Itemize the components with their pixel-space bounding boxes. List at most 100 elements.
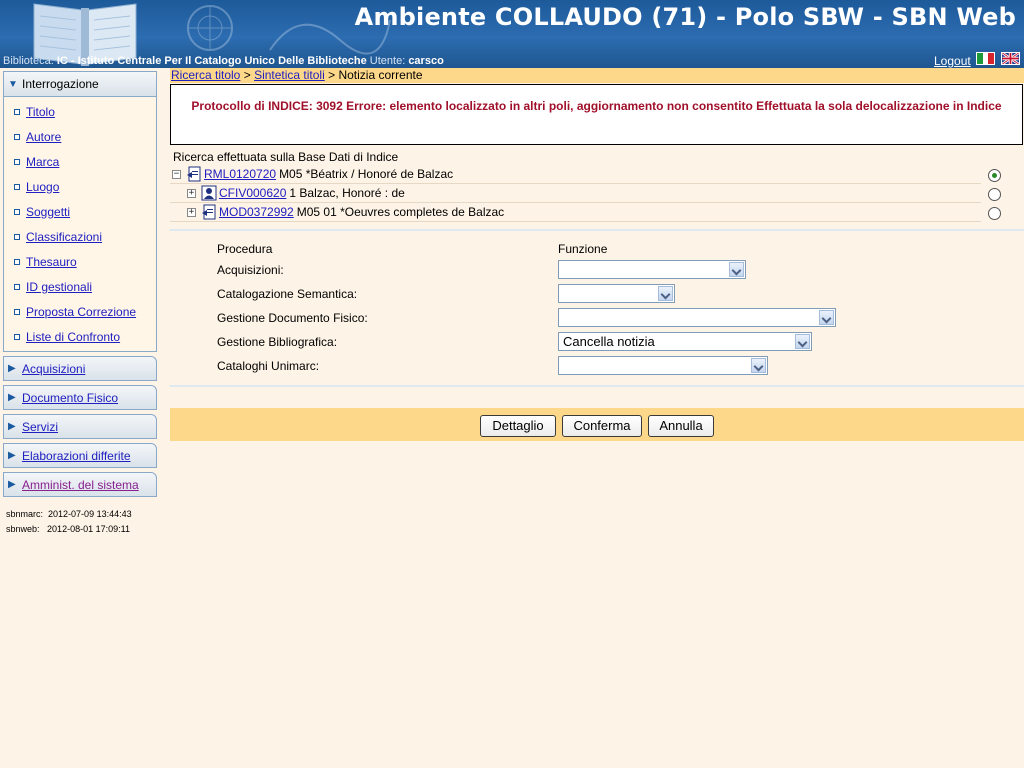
chevron-down-icon[interactable] (658, 286, 673, 301)
uk-flag-icon[interactable] (1001, 52, 1020, 65)
menu-link[interactable]: Documento Fisico (22, 391, 118, 405)
document-icon (202, 204, 216, 220)
sidebar-item-liste-di-confronto[interactable]: Liste di Confronto (4, 324, 156, 349)
record-title: 1 Balzac, Honoré : de (289, 186, 405, 200)
sidebar-link[interactable]: Thesauro (26, 255, 77, 269)
gestione-documento-fisico-select[interactable] (558, 308, 836, 327)
user-info: Biblioteca: IC - Istituto Centrale Per I… (3, 55, 444, 67)
sidebar-link[interactable]: Titolo (26, 105, 55, 119)
cataloghi-unimarc-select[interactable] (558, 356, 768, 375)
catalogazione-semantica-select[interactable] (558, 284, 675, 303)
record-id-link[interactable]: MOD0372992 (219, 205, 294, 219)
triangle-right-icon: ▶ (8, 479, 16, 490)
menu-link[interactable]: Elaborazioni differite (22, 449, 131, 463)
collapse-icon[interactable]: − (172, 169, 181, 179)
menu-link[interactable]: Amminist. del sistema (22, 478, 139, 492)
sidebar-link[interactable]: Classificazioni (26, 230, 102, 244)
sidebar-item-autore[interactable]: Autore (4, 124, 156, 149)
biblioteca-label: Biblioteca: (3, 55, 54, 67)
bullet-square-icon (14, 333, 20, 340)
version-label: sbnmarc: (6, 509, 44, 519)
breadcrumb-separator: > (328, 68, 336, 82)
document-icon (187, 166, 201, 182)
menu-amminist-sistema[interactable]: ▶ Amminist. del sistema (3, 472, 157, 497)
menu-documento-fisico[interactable]: ▶ Documento Fisico (3, 385, 157, 410)
chevron-down-icon[interactable] (729, 262, 744, 277)
bullet-square-icon (14, 233, 20, 240)
menu-servizi[interactable]: ▶ Servizi (3, 414, 157, 439)
triangle-right-icon: ▶ (8, 421, 16, 432)
gestione-bibliografica-select[interactable]: Cancella notizia (558, 332, 812, 351)
sidebar-item-proposta-correzione[interactable]: Proposta Correzione (4, 299, 156, 324)
menu-interrogazione: ▼ Interrogazione Titolo Autore Marca Luo… (3, 71, 157, 352)
menu-link[interactable]: Servizi (22, 420, 58, 434)
triangle-right-icon: ▶ (8, 450, 16, 461)
error-message: Protocollo di INDICE: 3092 Errore: eleme… (170, 84, 1023, 145)
divider (170, 229, 1024, 231)
breadcrumb-separator: > (243, 68, 251, 82)
triangle-right-icon: ▶ (8, 392, 16, 403)
page-title: Ambiente COLLAUDO (71) - Polo SBW - SBN … (354, 3, 1016, 31)
sidebar-link[interactable]: Liste di Confronto (26, 330, 120, 344)
sidebar-link[interactable]: Autore (26, 130, 61, 144)
breadcrumb-ricerca-titolo[interactable]: Ricerca titolo (171, 68, 240, 82)
utente-label: Utente: (369, 55, 406, 67)
sidebar-link[interactable]: Luogo (26, 180, 59, 194)
catalogazione-semantica-label: Catalogazione Semantica: (217, 287, 358, 301)
menu-header-interrogazione[interactable]: ▼ Interrogazione (4, 72, 156, 97)
bullet-square-icon (14, 108, 20, 115)
expand-icon[interactable]: + (187, 207, 196, 217)
record-id-link[interactable]: RML0120720 (204, 167, 276, 181)
tree-row[interactable]: + CFIV000620 1 Balzac, Honoré : de (170, 184, 981, 203)
gestione-bibliografica-label: Gestione Bibliografica: (217, 335, 338, 349)
breadcrumb: Ricerca titolo > Sintetica titoli > Noti… (170, 68, 1024, 83)
bullet-square-icon (14, 158, 20, 165)
version-value: 2012-08-01 17:09:11 (47, 524, 130, 534)
expand-icon[interactable]: + (187, 188, 196, 198)
chevron-down-icon[interactable] (751, 358, 766, 373)
sidebar-item-marca[interactable]: Marca (4, 149, 156, 174)
menu-elaborazioni-differite[interactable]: ▶ Elaborazioni differite (3, 443, 157, 468)
sidebar-link[interactable]: Proposta Correzione (26, 305, 136, 319)
italian-flag-icon[interactable] (976, 52, 995, 65)
sidebar-item-titolo[interactable]: Titolo (4, 99, 156, 124)
chevron-down-icon[interactable] (795, 334, 810, 349)
breadcrumb-sintetica-titoli[interactable]: Sintetica titoli (254, 68, 325, 82)
app-header: Ambiente COLLAUDO (71) - Polo SBW - SBN … (0, 0, 1024, 68)
funzione-header: Funzione (558, 242, 608, 256)
menu-link[interactable]: Acquisizioni (22, 362, 85, 376)
sidebar-link[interactable]: Soggetti (26, 205, 70, 219)
procedura-header: Procedura (217, 242, 273, 256)
bullet-square-icon (14, 208, 20, 215)
sidebar-link[interactable]: ID gestionali (26, 280, 92, 294)
version-label: sbnweb: (6, 524, 40, 534)
record-title: M05 01 *Oeuvres completes de Balzac (296, 205, 505, 219)
sidebar-item-thesauro[interactable]: Thesauro (4, 249, 156, 274)
record-radio-selected[interactable] (988, 169, 1001, 182)
record-title: M05 *Béatrix / Honoré de Balzac (279, 167, 454, 181)
tree-row[interactable]: − RML0120720 M05 *Béatrix / Honoré de Ba… (170, 165, 981, 184)
sidebar-item-luogo[interactable]: Luogo (4, 174, 156, 199)
record-id-link[interactable]: CFIV000620 (219, 186, 286, 200)
chevron-down-icon[interactable] (819, 310, 834, 325)
version-info: sbnmarc: 2012-07-09 13:44:43 sbnweb: 201… (3, 507, 157, 537)
tree-row[interactable]: + MOD0372992 M05 01 *Oeuvres completes d… (170, 203, 981, 222)
sidebar-item-classificazioni[interactable]: Classificazioni (4, 224, 156, 249)
bullet-square-icon (14, 308, 20, 315)
sidebar-item-soggetti[interactable]: Soggetti (4, 199, 156, 224)
triangle-right-icon: ▶ (8, 363, 16, 374)
author-icon (201, 185, 217, 201)
menu-title: Interrogazione (22, 77, 99, 91)
acquisizioni-select[interactable] (558, 260, 746, 279)
record-radio[interactable] (988, 188, 1001, 201)
utente-value: carsco (408, 55, 444, 67)
dettaglio-button[interactable]: Dettaglio (480, 415, 556, 437)
logout-link[interactable]: Logout (934, 54, 971, 68)
annulla-button[interactable]: Annulla (648, 415, 714, 437)
conferma-button[interactable]: Conferma (562, 415, 642, 437)
breadcrumb-current: Notizia corrente (338, 68, 423, 82)
menu-acquisizioni[interactable]: ▶ Acquisizioni (3, 356, 157, 381)
sidebar-link[interactable]: Marca (26, 155, 59, 169)
record-radio[interactable] (988, 207, 1001, 220)
sidebar-item-id-gestionali[interactable]: ID gestionali (4, 274, 156, 299)
